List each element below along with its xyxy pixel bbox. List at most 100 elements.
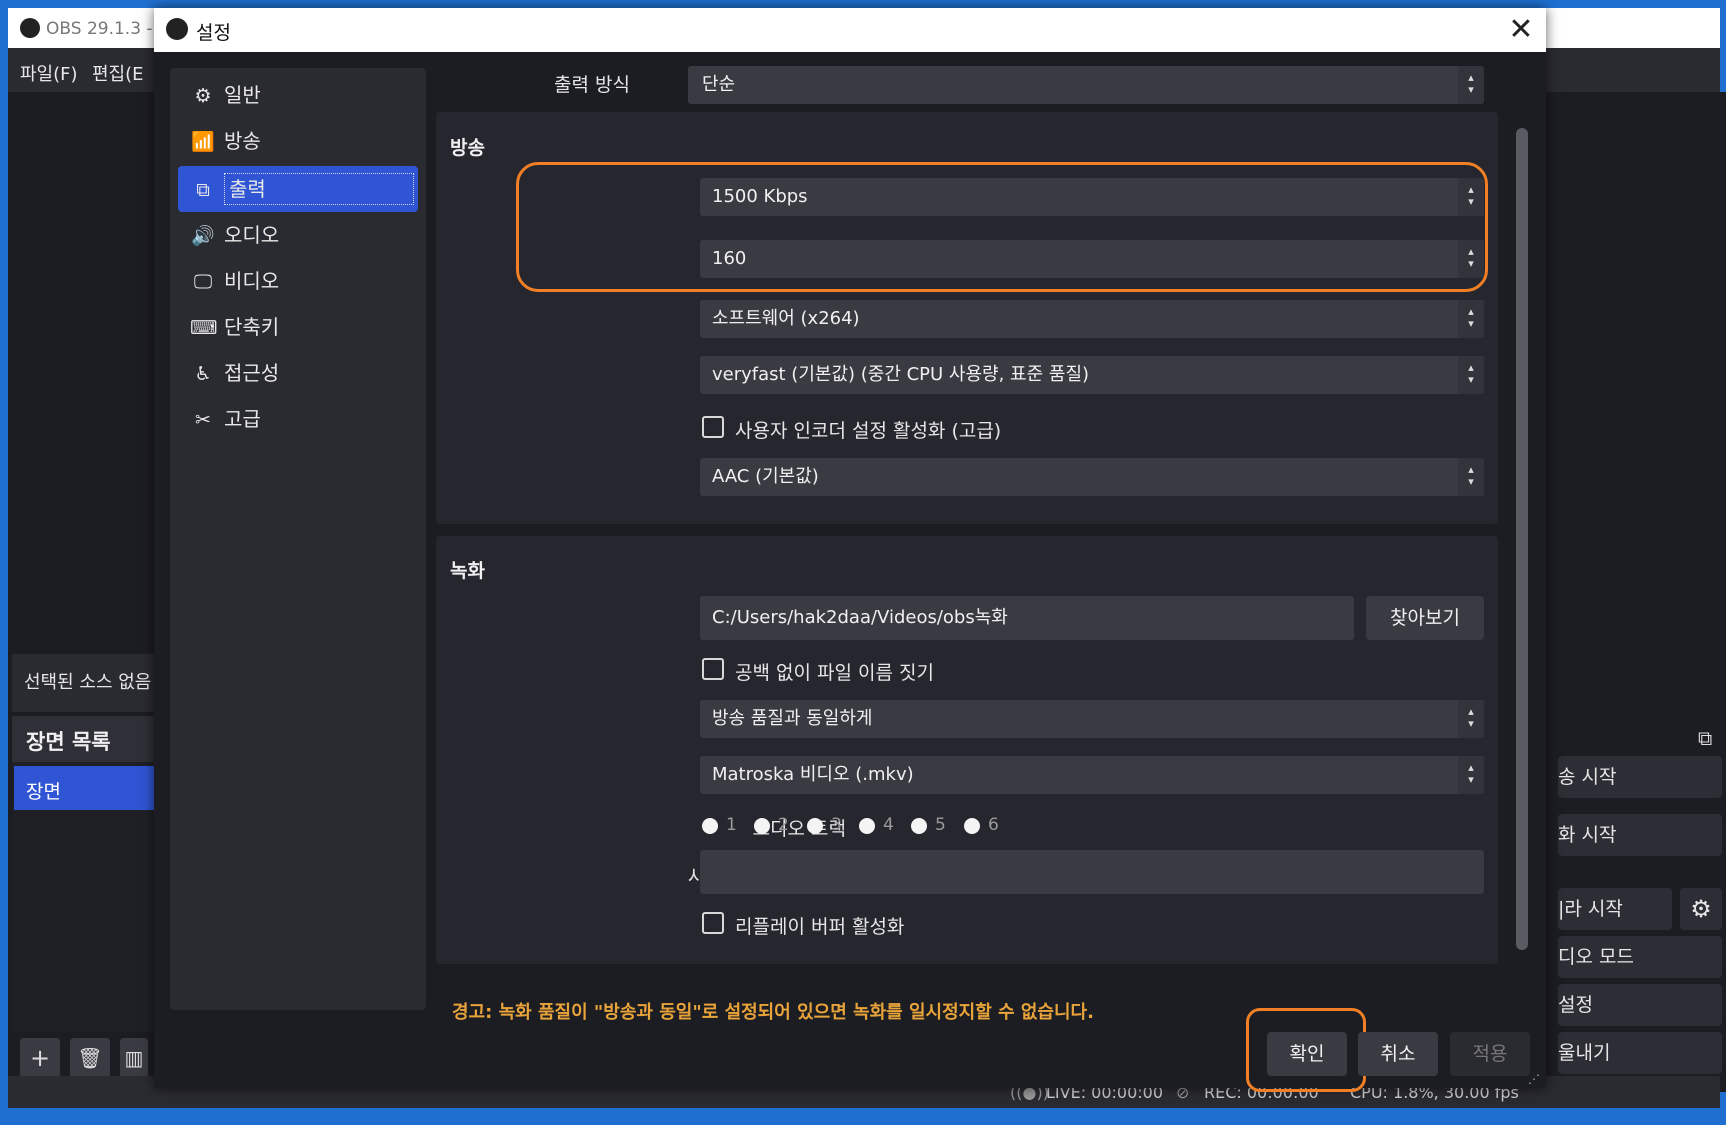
dialog-title: 설정 [196,22,231,44]
keyboard-icon: ⌨ [190,317,218,339]
audio-track-radio-3[interactable] [807,818,823,834]
start-streaming-button[interactable]: 송 시작 [1558,756,1722,798]
replay-buffer-label: 리플레이 버퍼 활성화 [735,916,905,938]
video-encoder-value: 소프트웨어 (x264) [712,308,860,329]
audio-track-num: 3 [831,815,842,835]
sidebar-item-general[interactable]: ⚙ 일반 [178,72,418,118]
virtual-camera-label: |라 시작 [1558,898,1623,920]
sidebar-item-video[interactable]: 🖵 비디오 [178,258,418,304]
start-streaming-label: 송 시작 [1558,766,1617,788]
chevron-updown-icon: ▴ ▾ [1458,756,1484,794]
recording-path-input[interactable]: C:/Users/hak2daa/Videos/obs녹화 [700,596,1354,640]
audio-track-num: 6 [988,815,999,835]
dock-undock-icon[interactable]: ⧉ [1698,726,1712,750]
chevron-updown-icon: ▴ ▾ [1458,356,1484,394]
broadcast-icon: 📶 [191,131,215,153]
ok-highlight-annotation [1246,1008,1366,1092]
resize-grip-icon[interactable]: ⋰ [1528,1072,1540,1086]
no-space-filename-label: 공백 없이 파일 이름 짓기 [735,662,934,684]
sidebar-item-accessibility[interactable]: ♿ 접근성 [178,350,418,396]
chevron-updown-icon: ▴ ▾ [1458,700,1484,738]
encoder-preset-value: veryfast (기본값) (중간 CPU 사용량, 표준 품질) [712,364,1090,385]
virtual-camera-settings-icon[interactable]: ⚙ [1680,888,1722,930]
start-virtual-camera-button[interactable]: |라 시작 [1558,888,1672,930]
chevron-updown-icon: ▴ ▾ [1458,66,1484,104]
recording-group-title: 녹화 [450,560,485,582]
no-space-filename-checkbox[interactable] [702,658,724,680]
audio-track-num: 5 [935,815,946,835]
scene-item-label: 장면 [26,781,61,803]
recording-quality-value: 방송 품질과 동일하게 [712,708,873,729]
audio-track-num: 2 [778,815,789,835]
sidebar-item-label: 출력 [224,173,414,205]
preview-area [12,92,158,648]
sidebar-item-label: 방송 [224,129,261,153]
exit-button[interactable]: 울내기 [1558,1032,1722,1074]
close-icon[interactable]: ✕ [1506,12,1536,47]
audio-track-radio-1[interactable] [702,818,718,834]
output-icon: ⧉ [196,179,210,201]
scenes-title: 장면 목록 [26,730,111,754]
output-mode-value: 단순 [702,74,736,95]
obs-logo-icon [20,18,40,38]
studio-mode-button[interactable]: 디오 모드 [1558,936,1722,978]
replay-buffer-checkbox[interactable] [702,912,724,934]
speaker-icon: 🔊 [191,225,215,247]
audio-track-radio-5[interactable] [911,818,927,834]
sidebar-item-audio[interactable]: 🔊 오디오 [178,212,418,258]
audio-encoder-value: AAC (기본값) [712,466,819,487]
sidebar-item-label: 오디오 [224,223,280,247]
chevron-updown-icon: ▴ ▾ [1458,458,1484,496]
output-mode-select[interactable]: 단순 ▴ ▾ [688,66,1484,104]
audio-track-radio-6[interactable] [964,818,980,834]
audio-track-radio-2[interactable] [754,818,770,834]
start-recording-button[interactable]: 화 시작 [1558,814,1722,856]
sidebar-item-label: 접근성 [224,361,280,385]
main-window-title: OBS 29.1.3 - [46,19,153,39]
start-recording-label: 화 시작 [1558,824,1617,846]
audio-encoder-select[interactable]: AAC (기본값) ▴ ▾ [700,458,1484,496]
studio-mode-label: 디오 모드 [1558,946,1634,968]
recording-format-select[interactable]: Matroska 비디오 (.mkv) ▴ ▾ [700,756,1484,794]
recording-warning-text: 경고: 녹화 품질이 "방송과 동일"로 설정되어 있으면 녹화를 일시정지할 … [452,1002,1094,1023]
add-scene-button[interactable]: + [20,1038,60,1078]
sidebar-item-advanced[interactable]: ✂ 고급 [178,396,418,442]
settings-sidebar: ⚙ 일반 📶 방송 ⧉ 출력 🔊 오디오 🖵 비디오 ⌨ 단축키 ♿ 접근성 ✂ 고급 [170,68,426,1010]
gear-icon: ⚙ [194,85,212,107]
scene-filter-button[interactable]: ▥ [120,1038,148,1078]
bitrate-highlight-annotation [516,162,1488,292]
monitor-icon: 🖵 [193,271,213,293]
audio-track-num: 4 [883,815,894,835]
obs-logo-icon [166,18,188,40]
sidebar-item-label: 단축키 [224,315,280,339]
browse-button[interactable]: 찾아보기 [1366,596,1484,640]
settings-button[interactable]: 설정 [1558,984,1722,1026]
recording-path-value: C:/Users/hak2daa/Videos/obs녹화 [712,607,1008,628]
apply-button[interactable]: 적용 [1450,1032,1530,1076]
audio-track-num: 1 [726,815,737,835]
encoder-preset-select[interactable]: veryfast (기본값) (중간 CPU 사용량, 표준 품질) ▴ ▾ [700,356,1484,394]
delete-scene-button[interactable]: 🗑 [70,1038,110,1078]
video-encoder-select[interactable]: 소프트웨어 (x264) ▴ ▾ [700,300,1484,338]
streaming-group-title: 방송 [450,137,485,159]
dialog-titlebar: 설정 ✕ [154,8,1546,52]
custom-muxer-input[interactable] [700,850,1484,894]
cancel-button[interactable]: 취소 [1358,1032,1438,1076]
custom-encoder-checkbox[interactable] [702,416,724,438]
menu-file[interactable]: 파일(F) [20,60,78,86]
sidebar-item-label: 고급 [224,407,261,431]
sidebar-item-output[interactable]: ⧉ 출력 [178,166,418,212]
custom-encoder-label: 사용자 인코더 설정 활성화 (고급) [735,420,1002,442]
settings-label: 설정 [1558,994,1593,1016]
menu-edit[interactable]: 편집(E [92,60,144,86]
sidebar-item-hotkeys[interactable]: ⌨ 단축키 [178,304,418,350]
recording-format-value: Matroska 비디오 (.mkv) [712,764,914,785]
accessibility-icon: ♿ [194,363,212,385]
chevron-updown-icon: ▴ ▾ [1458,300,1484,338]
selected-source-label: 선택된 소스 없음 [24,672,152,693]
sidebar-item-stream[interactable]: 📶 방송 [178,118,418,164]
output-mode-label: 출력 방식 [554,74,630,96]
settings-scrollbar[interactable] [1516,128,1528,950]
audio-track-radio-4[interactable] [859,818,875,834]
recording-quality-select[interactable]: 방송 품질과 동일하게 ▴ ▾ [700,700,1484,738]
